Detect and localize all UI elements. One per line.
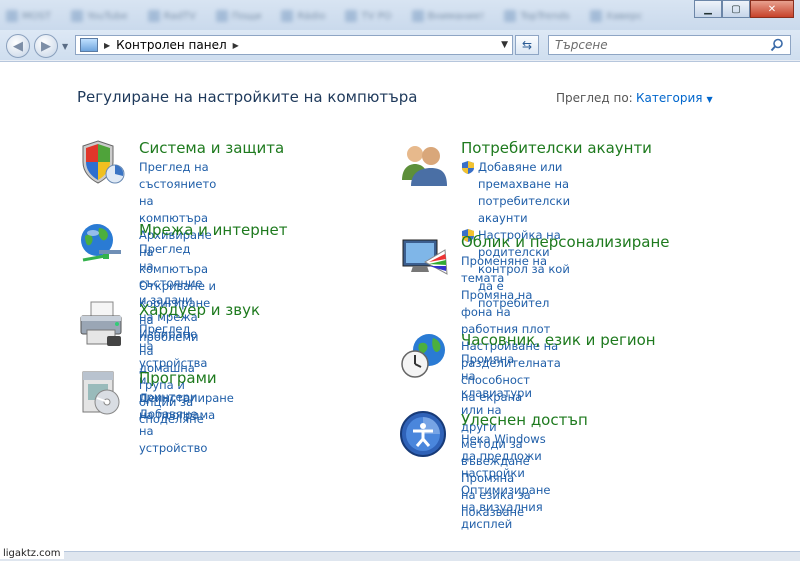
view-by-value[interactable]: Категория [636,91,703,105]
bg-tab: TopTrends [498,8,575,24]
uac-shield-icon [462,161,474,174]
link-add-remove-accounts-cont[interactable]: потребителски акаунти [461,193,570,227]
window-controls: ▁ ▢ ✕ [694,0,794,18]
recent-pages-dropdown[interactable]: ▼ [62,42,68,51]
control-panel-content: Регулиране на настройките на компютъра П… [0,61,800,551]
view-by-label: Преглед по: [556,91,633,105]
title-bar: MOST YouTube RadTV Пощи Rádio TV PO Вним… [0,0,800,32]
back-button[interactable]: ◀ [6,34,30,58]
search-icon[interactable] [770,38,784,52]
link-optimize-visual-display[interactable]: Оптимизиране на визуалния дисплей [461,482,550,533]
category-links: Нека Windows да предложи настройки Оптим… [461,431,550,533]
link-add-remove-accounts[interactable]: Добавяне или премахване на [461,159,570,193]
address-field[interactable]: ▶ Контролен панел ▶ ▼ [75,35,513,55]
watermark-text: ligaktz.com [0,548,64,559]
address-bar-row: ◀ ▶ ▼ ▶ Контролен панел ▶ ▼ ⇆ [0,30,800,60]
window-bottom-border [0,551,800,561]
breadcrumb-arrow-icon[interactable]: ▶ [104,41,110,50]
minimize-button[interactable]: ▁ [694,0,722,18]
bg-tab: YouTube [65,8,134,24]
background-tabs: MOST YouTube RadTV Пощи Rádio TV PO Вним… [0,8,649,24]
printer-icon[interactable] [77,300,127,350]
bg-tab: Внимание! [406,8,491,24]
close-button[interactable]: ✕ [750,0,794,18]
breadcrumb-control-panel[interactable]: Контролен панел [116,38,226,52]
breadcrumb-arrow-icon[interactable]: ▶ [233,41,239,50]
monitor-palette-icon[interactable] [399,232,449,282]
category-title[interactable]: Хардуер и звук [139,301,260,319]
bg-tab: MOST [0,8,57,24]
shield-icon[interactable] [77,138,127,188]
category-links: Преглед на устройства и принтери Добавян… [139,321,207,457]
globe-network-icon[interactable] [77,220,127,270]
view-by-dropdown[interactable]: Категория ▼ [636,91,713,105]
programs-disc-icon[interactable] [77,368,127,418]
category-links: Деинсталиране на програма [139,390,234,424]
address-dropdown-icon[interactable]: ▼ [501,40,508,50]
chevron-down-icon[interactable]: ▼ [707,95,713,104]
accessibility-icon[interactable] [399,410,449,460]
bg-tab: Пощи [210,8,268,24]
bg-tab: Rádio [275,8,331,24]
category-title[interactable]: Облик и персонализиране [461,233,670,251]
bg-tab: TV PO [339,8,397,24]
link-text[interactable]: Добавяне или премахване на [478,160,569,191]
refresh-button[interactable]: ⇆ [515,35,539,55]
bg-tab: RadTV [142,8,202,24]
link-uninstall-program[interactable]: Деинсталиране на програма [139,390,234,424]
forward-button[interactable]: ▶ [34,34,58,58]
category-title[interactable]: Часовник, език и регион [461,331,656,349]
page-title: Регулиране на настройките на компютъра [77,88,418,106]
bg-tab: Хаверс [584,8,649,24]
users-icon[interactable] [399,138,449,188]
category-title[interactable]: Мрежа и интернет [139,221,288,239]
category-title[interactable]: Потребителски акаунти [461,139,652,157]
link-change-theme[interactable]: Променяне на темата [461,253,561,287]
search-field[interactable] [548,35,791,55]
link-view-computer-status[interactable]: Преглед на състоянието на компютъра [139,159,216,227]
link-let-windows-suggest[interactable]: Нека Windows да предложи настройки [461,431,550,482]
control-panel-icon [80,38,98,52]
category-title[interactable]: Система и защита [139,139,284,157]
clock-globe-icon[interactable] [399,330,449,380]
maximize-button[interactable]: ▢ [722,0,750,18]
category-title[interactable]: Програми [139,369,217,387]
search-input[interactable] [555,38,765,52]
category-title[interactable]: Улеснен достъп [461,411,588,429]
